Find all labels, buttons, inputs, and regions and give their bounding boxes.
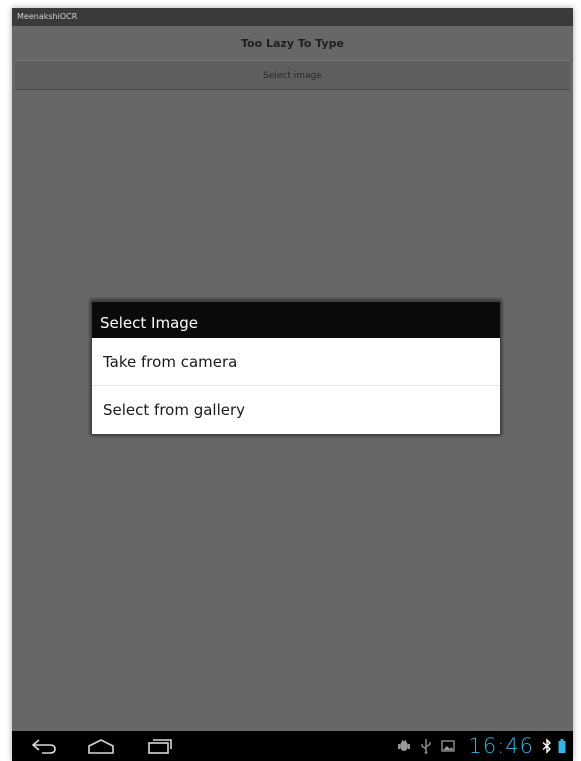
back-button[interactable]	[26, 735, 62, 757]
gallery-notification-icon	[440, 735, 456, 757]
window-title-bar: MeenakshiOCR	[12, 8, 573, 26]
android-debug-icon	[396, 735, 412, 757]
select-from-gallery-option[interactable]: Select from gallery	[92, 386, 500, 434]
app-heading: Too Lazy To Type	[241, 37, 344, 50]
back-icon	[31, 739, 56, 754]
bluetooth-icon	[542, 735, 552, 757]
window-title: MeenakshiOCR	[17, 12, 78, 21]
system-navigation-bar: 16:46	[12, 731, 573, 761]
usb-icon	[418, 735, 434, 757]
device-screen: MeenakshiOCR Too Lazy To Type Select ima…	[12, 8, 573, 761]
app-screen: Too Lazy To Type Select image Select Ima…	[12, 26, 573, 731]
clock: 16:46	[468, 734, 534, 758]
dialog-title: Select Image	[92, 301, 500, 338]
recent-apps-icon	[148, 739, 172, 754]
select-image-button[interactable]: Select image	[15, 60, 570, 90]
battery-icon	[557, 735, 567, 757]
recent-apps-button[interactable]	[142, 735, 178, 757]
select-image-dialog: Select Image Take from camera Select fro…	[92, 301, 500, 434]
home-icon	[88, 739, 114, 754]
status-area[interactable]: 16:46	[390, 731, 573, 761]
home-button[interactable]	[83, 735, 119, 757]
take-from-camera-option[interactable]: Take from camera	[92, 338, 500, 386]
